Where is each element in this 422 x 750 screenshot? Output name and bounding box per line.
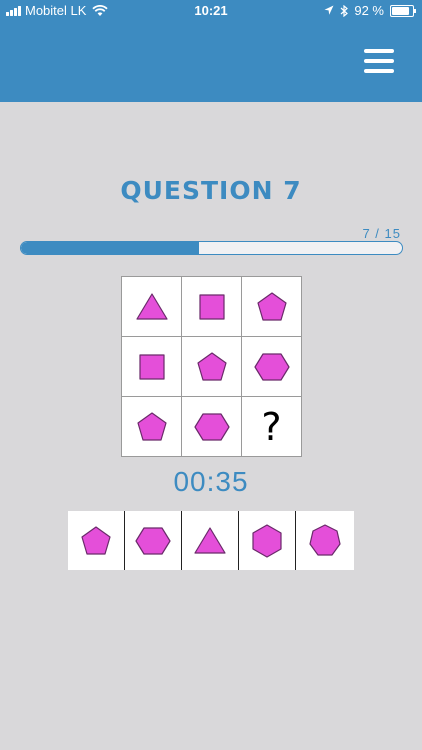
grid-cell [122,397,181,456]
hexagon-vertical-icon [252,523,282,558]
grid-cell [242,337,301,396]
answer-options [68,511,354,570]
grid-cell: ? [242,397,301,456]
puzzle-grid: ? [121,276,302,457]
status-bar: Mobitel LK 10:21 92 % [0,0,422,22]
bluetooth-icon [340,4,349,17]
answer-option-2[interactable] [125,511,182,570]
answer-option-1[interactable] [68,511,125,570]
countdown-timer: 00:35 [173,466,249,497]
grid-cell [242,277,301,336]
pentagon-icon [81,525,111,555]
location-arrow-icon [324,5,334,15]
answer-option-5[interactable] [296,511,353,570]
grid-cell [182,277,241,336]
triangle-icon [194,526,226,554]
battery-icon [390,4,416,17]
heptagon-icon [308,523,341,556]
progress-bar [20,241,403,255]
answer-option-4[interactable] [239,511,296,570]
battery-percent: 92 % [354,3,384,18]
hexagon-icon [253,352,290,381]
pentagon-icon [196,351,227,381]
grid-cell [122,277,181,336]
pentagon-icon [136,411,167,441]
missing-shape-placeholder: ? [261,404,282,449]
hexagon-icon [135,526,171,555]
battery-level [392,6,409,15]
grid-cell [182,337,241,396]
triangle-icon [135,292,168,320]
quiz-screen: Mobitel LK 10:21 92 % QUESTION 7 7 / 15 … [0,0,422,750]
grid-cell [182,397,241,456]
progress-label: 7 / 15 [362,226,401,241]
answer-option-3[interactable] [182,511,239,570]
grid-cell [122,337,181,396]
app-header: Mobitel LK 10:21 92 % [0,0,422,102]
square-icon [198,293,225,320]
pentagon-icon [256,291,287,321]
status-right: 92 % [324,3,416,18]
question-title: QUESTION 7 [120,176,302,205]
square-icon [138,353,165,380]
hexagon-icon [193,412,230,441]
hamburger-menu-icon[interactable] [364,48,396,74]
progress-bar-fill [21,242,199,254]
